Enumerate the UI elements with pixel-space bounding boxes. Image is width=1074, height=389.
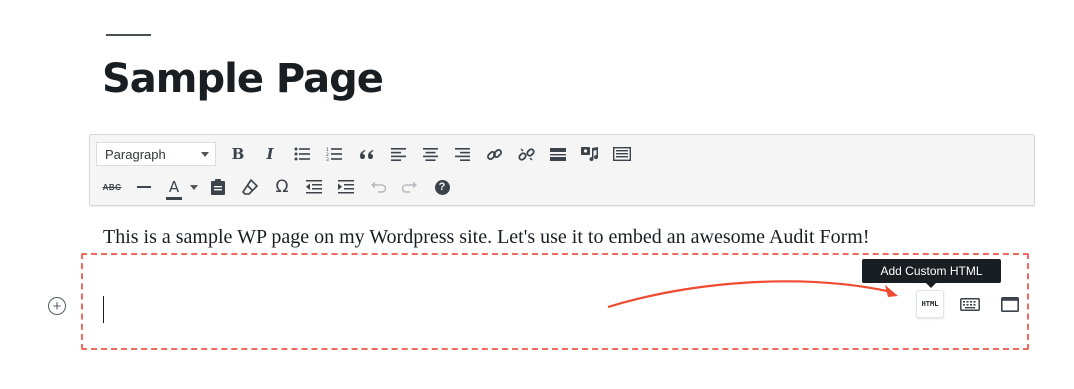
italic-icon: I: [266, 145, 274, 163]
redo-icon: [402, 181, 417, 193]
align-center-icon: [422, 147, 438, 161]
text-color-glyph: A: [168, 178, 180, 196]
text-cursor: [103, 296, 104, 323]
block-inserter-button[interactable]: +: [48, 297, 66, 315]
text-color-icon: A: [166, 178, 182, 200]
numbered-list-button[interactable]: 123: [318, 141, 350, 167]
align-left-icon: [390, 147, 406, 161]
bullet-list-button[interactable]: [286, 141, 318, 167]
keyboard-block-button[interactable]: [956, 290, 984, 318]
indent-icon: [338, 180, 354, 194]
help-icon: ?: [434, 179, 450, 195]
outdent-icon: [306, 180, 322, 194]
add-custom-html-tooltip: Add Custom HTML: [862, 259, 1001, 288]
redo-button[interactable]: [394, 174, 426, 200]
title-separator: [106, 34, 151, 36]
media-icon: [581, 147, 599, 162]
content-paragraph[interactable]: This is a sample WP page on my Wordpress…: [103, 226, 870, 249]
horizontal-line-icon: [137, 186, 151, 188]
svg-text:3: 3: [326, 157, 329, 161]
read-more-button[interactable]: [542, 141, 574, 167]
blockquote-button[interactable]: [350, 141, 382, 167]
text-color-swatch: [166, 197, 182, 200]
unlink-icon: [517, 147, 535, 161]
bold-icon: B: [231, 145, 245, 163]
bullet-list-icon: [294, 147, 310, 161]
classic-editor-toolbar: Paragraph B I 123 ABC A Ω ?: [89, 134, 1035, 206]
chevron-down-icon: [201, 151, 209, 157]
format-select-value: Paragraph: [105, 146, 166, 162]
eraser-icon: [242, 179, 258, 195]
increase-indent-button[interactable]: [330, 174, 362, 200]
align-right-button[interactable]: [446, 141, 478, 167]
horizontal-line-button[interactable]: [128, 174, 160, 200]
link-icon: [486, 148, 502, 160]
add-custom-html-button[interactable]: HTML: [916, 290, 944, 318]
blockquote-icon: [359, 149, 373, 159]
special-character-button[interactable]: Ω: [266, 174, 298, 200]
keyboard-icon: [960, 297, 980, 311]
toolbar-row-2: ABC A Ω ?: [96, 172, 458, 202]
html-icon: HTML: [921, 300, 939, 308]
strikethrough-icon: ABC: [102, 182, 122, 192]
remove-link-button[interactable]: [510, 141, 542, 167]
format-select[interactable]: Paragraph: [96, 142, 216, 166]
page-title[interactable]: Sample Page: [102, 56, 384, 102]
plus-icon: +: [52, 297, 62, 315]
bold-button[interactable]: B: [222, 141, 254, 167]
omega-icon: Ω: [275, 177, 289, 197]
strikethrough-button[interactable]: ABC: [96, 174, 128, 200]
toolbar-toggle-button[interactable]: [606, 141, 638, 167]
decrease-indent-button[interactable]: [298, 174, 330, 200]
clipboard-icon: [211, 179, 225, 195]
chevron-down-icon[interactable]: [190, 184, 198, 190]
help-button[interactable]: ?: [426, 174, 458, 200]
insert-media-button[interactable]: [574, 141, 606, 167]
paste-as-text-button[interactable]: [202, 174, 234, 200]
window-block-button[interactable]: [996, 290, 1024, 318]
insert-link-button[interactable]: [478, 141, 510, 167]
align-center-button[interactable]: [414, 141, 446, 167]
italic-button[interactable]: I: [254, 141, 286, 167]
window-icon: [1001, 296, 1019, 312]
text-color-button[interactable]: A: [160, 174, 202, 200]
numbered-list-icon: 123: [326, 147, 342, 161]
undo-button[interactable]: [362, 174, 394, 200]
undo-icon: [371, 181, 386, 193]
align-right-icon: [454, 147, 470, 161]
toolbar-row-1: Paragraph B I 123: [96, 139, 638, 169]
keyboard-icon: [613, 147, 631, 161]
read-more-icon: [550, 147, 566, 161]
clear-formatting-button[interactable]: [234, 174, 266, 200]
align-left-button[interactable]: [382, 141, 414, 167]
